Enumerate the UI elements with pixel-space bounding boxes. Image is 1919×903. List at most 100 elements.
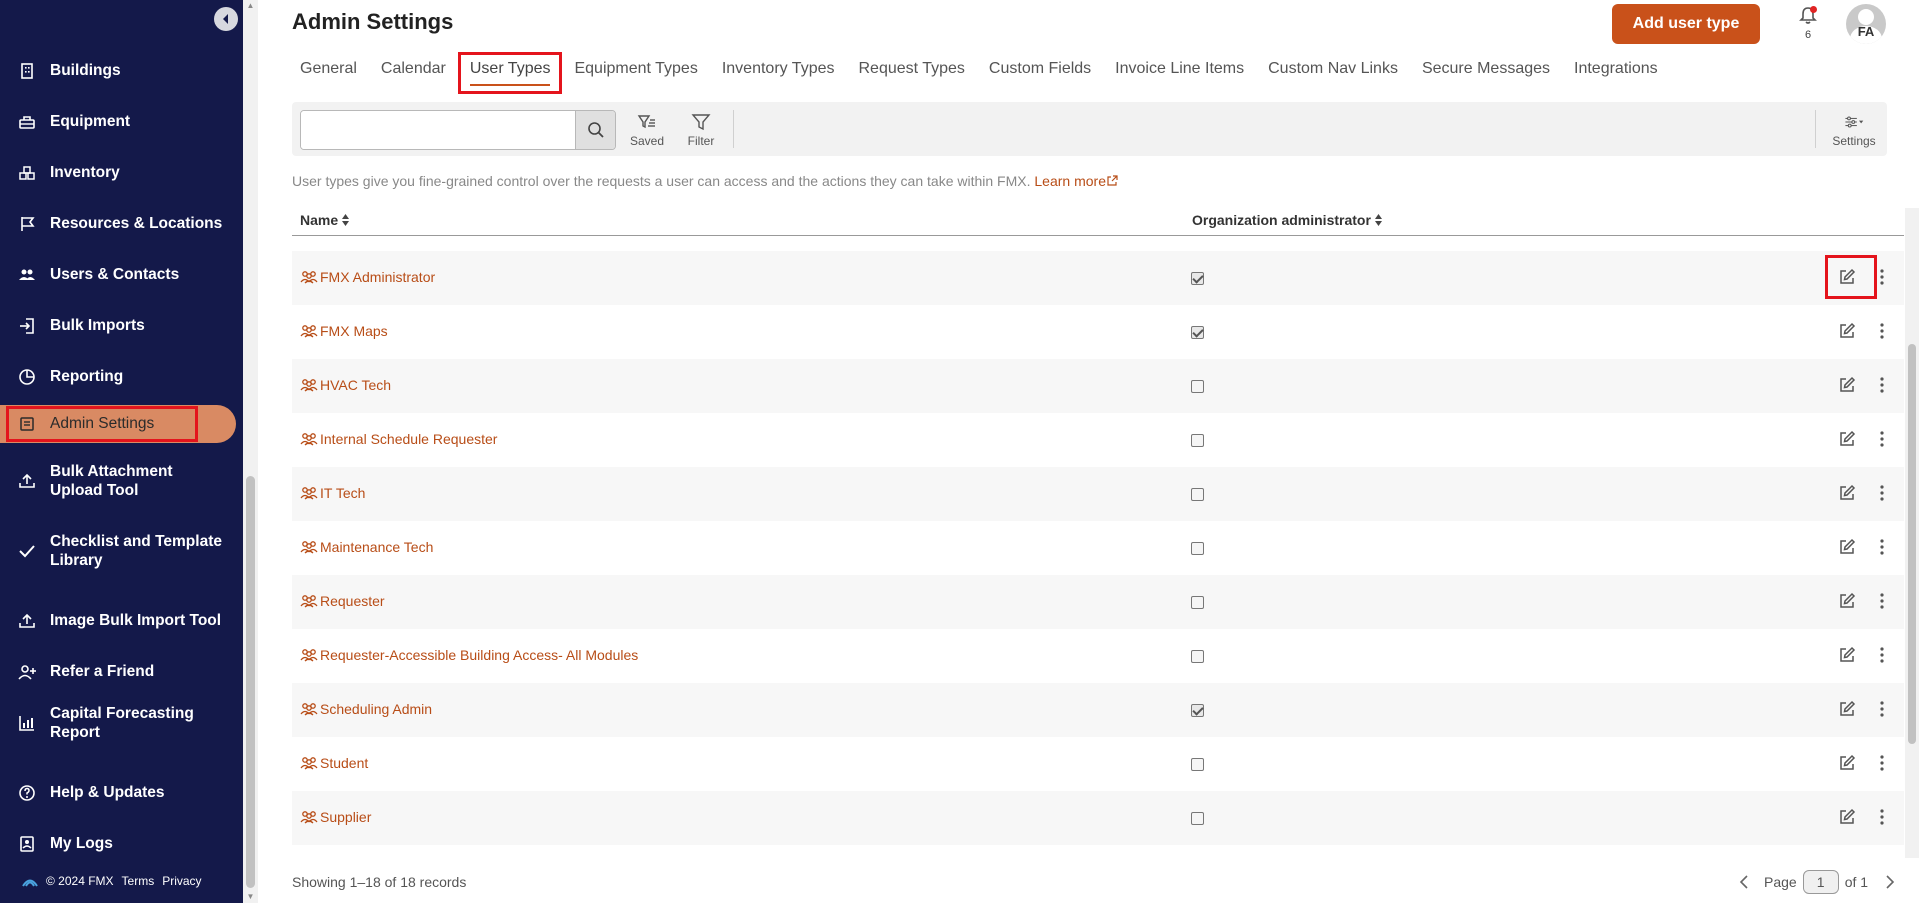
- name-column-header[interactable]: Name: [300, 212, 350, 228]
- search-input[interactable]: [301, 111, 577, 149]
- more-options-button[interactable]: [1874, 589, 1890, 613]
- user-type-link[interactable]: Requester-Accessible Building Access- Al…: [300, 647, 638, 663]
- collapse-sidebar-button[interactable]: [214, 7, 238, 31]
- sidebar-item-users-contacts[interactable]: Users & Contacts: [8, 256, 236, 294]
- privacy-link[interactable]: Privacy: [162, 874, 201, 888]
- edit-button[interactable]: [1835, 535, 1859, 559]
- kebab-menu-icon: [1880, 269, 1884, 285]
- saved-filters-button[interactable]: Saved: [623, 110, 671, 150]
- sidebar-item-refer-a-friend[interactable]: Refer a Friend: [8, 653, 236, 691]
- notifications-button[interactable]: 6: [1797, 6, 1819, 41]
- edit-button[interactable]: [1835, 319, 1859, 343]
- tab-secure-messages[interactable]: Secure Messages: [1414, 56, 1558, 86]
- filter-button[interactable]: Filter: [677, 110, 725, 150]
- sidebar-item-label: Bulk Imports: [50, 317, 145, 334]
- sidebar-item-admin-settings[interactable]: Admin Settings: [0, 405, 236, 443]
- more-options-button[interactable]: [1874, 751, 1890, 775]
- org-admin-checkbox[interactable]: [1191, 542, 1204, 555]
- sidebar-item-checklist-and-template-library[interactable]: Checklist and Template Library: [8, 532, 236, 570]
- edit-icon: [1840, 754, 1856, 770]
- sidebar-item-bulk-imports[interactable]: Bulk Imports: [8, 307, 236, 345]
- avatar[interactable]: FA: [1846, 4, 1886, 44]
- org-admin-checkbox[interactable]: [1191, 434, 1204, 447]
- org-admin-checkbox[interactable]: [1191, 704, 1204, 717]
- more-options-button[interactable]: [1874, 373, 1890, 397]
- more-options-button[interactable]: [1874, 697, 1890, 721]
- edit-button[interactable]: [1835, 481, 1859, 505]
- sidebar-scroll-thumb[interactable]: [246, 476, 255, 888]
- tab-request-types[interactable]: Request Types: [850, 56, 972, 86]
- next-page-icon[interactable]: [1884, 874, 1896, 890]
- terms-link[interactable]: Terms: [122, 874, 155, 888]
- tab-custom-nav-links[interactable]: Custom Nav Links: [1260, 56, 1406, 86]
- sidebar-scrollbar[interactable]: ▲ ▼: [243, 0, 258, 903]
- prev-page-icon[interactable]: [1738, 874, 1750, 890]
- table-scrollbar[interactable]: [1905, 208, 1919, 858]
- org-admin-column-header[interactable]: Organization administrator: [1192, 212, 1383, 228]
- org-admin-checkbox[interactable]: [1191, 488, 1204, 501]
- user-type-link[interactable]: Student: [300, 755, 368, 771]
- tab-custom-fields[interactable]: Custom Fields: [981, 56, 1099, 86]
- edit-button[interactable]: [1835, 751, 1859, 775]
- tab-inventory-types[interactable]: Inventory Types: [714, 56, 843, 86]
- edit-button[interactable]: [1835, 697, 1859, 721]
- tab-invoice-line-items[interactable]: Invoice Line Items: [1107, 56, 1252, 86]
- tab-integrations[interactable]: Integrations: [1566, 56, 1666, 86]
- org-admin-checkbox[interactable]: [1191, 596, 1204, 609]
- more-options-button[interactable]: [1874, 643, 1890, 667]
- tab-calendar[interactable]: Calendar: [373, 56, 454, 86]
- sidebar-item-resources-locations[interactable]: Resources & Locations: [8, 205, 236, 243]
- sidebar-item-inventory[interactable]: Inventory: [8, 154, 236, 192]
- user-type-link[interactable]: HVAC Tech: [300, 377, 391, 393]
- tab-user-types[interactable]: User Types: [457, 52, 563, 94]
- edit-button[interactable]: [1835, 643, 1859, 667]
- user-type-link[interactable]: Scheduling Admin: [300, 701, 432, 717]
- settings-button[interactable]: Settings: [1826, 110, 1882, 150]
- sidebar-item-bulk-attachment-upload-tool[interactable]: Bulk Attachment Upload Tool: [8, 462, 236, 500]
- toolbar-divider: [1815, 110, 1816, 148]
- kebab-menu-icon: [1880, 539, 1884, 555]
- more-options-button[interactable]: [1874, 535, 1890, 559]
- more-options-button[interactable]: [1874, 481, 1890, 505]
- edit-button[interactable]: [1835, 589, 1859, 613]
- sidebar-item-help-updates[interactable]: Help & Updates: [8, 774, 236, 812]
- org-admin-checkbox[interactable]: [1191, 380, 1204, 393]
- search-button[interactable]: [575, 111, 615, 149]
- org-admin-checkbox[interactable]: [1191, 650, 1204, 663]
- user-type-link[interactable]: Maintenance Tech: [300, 539, 433, 555]
- add-user-type-button[interactable]: Add user type: [1612, 4, 1760, 44]
- user-type-link[interactable]: Internal Schedule Requester: [300, 431, 497, 447]
- edit-button[interactable]: [1835, 805, 1859, 829]
- scroll-up-icon[interactable]: ▲: [246, 2, 255, 10]
- sidebar-item-reporting[interactable]: Reporting: [8, 358, 236, 396]
- more-options-button[interactable]: [1874, 319, 1890, 343]
- org-admin-checkbox[interactable]: [1191, 812, 1204, 825]
- settings-label: Settings: [1832, 134, 1876, 148]
- sidebar-item-buildings[interactable]: Buildings: [8, 52, 236, 90]
- sidebar-item-image-bulk-import-tool[interactable]: Image Bulk Import Tool: [8, 602, 236, 640]
- scroll-down-icon[interactable]: ▼: [246, 893, 255, 901]
- more-options-button[interactable]: [1874, 265, 1890, 289]
- org-admin-checkbox[interactable]: [1191, 272, 1204, 285]
- user-type-link[interactable]: Supplier: [300, 809, 371, 825]
- sidebar-item-my-logs[interactable]: My Logs: [8, 825, 236, 863]
- learn-more-link[interactable]: Learn more: [1034, 173, 1118, 189]
- edit-button[interactable]: [1835, 427, 1859, 451]
- user-type-link[interactable]: FMX Maps: [300, 323, 388, 339]
- edit-icon: [1840, 646, 1856, 662]
- table-scroll-thumb[interactable]: [1908, 344, 1916, 744]
- page-number-input[interactable]: 1: [1802, 870, 1839, 894]
- org-admin-checkbox[interactable]: [1191, 326, 1204, 339]
- sidebar-item-equipment[interactable]: Equipment: [8, 103, 236, 141]
- edit-button[interactable]: [1825, 255, 1877, 299]
- more-options-button[interactable]: [1874, 427, 1890, 451]
- tab-equipment-types[interactable]: Equipment Types: [566, 56, 705, 86]
- more-options-button[interactable]: [1874, 805, 1890, 829]
- tab-general[interactable]: General: [292, 56, 365, 86]
- user-type-link[interactable]: IT Tech: [300, 485, 365, 501]
- user-type-link[interactable]: FMX Administrator: [300, 269, 435, 285]
- edit-button[interactable]: [1835, 373, 1859, 397]
- sidebar-item-capital-forecasting-report[interactable]: Capital Forecasting Report: [8, 704, 236, 742]
- user-type-link[interactable]: Requester: [300, 593, 385, 609]
- org-admin-checkbox[interactable]: [1191, 758, 1204, 771]
